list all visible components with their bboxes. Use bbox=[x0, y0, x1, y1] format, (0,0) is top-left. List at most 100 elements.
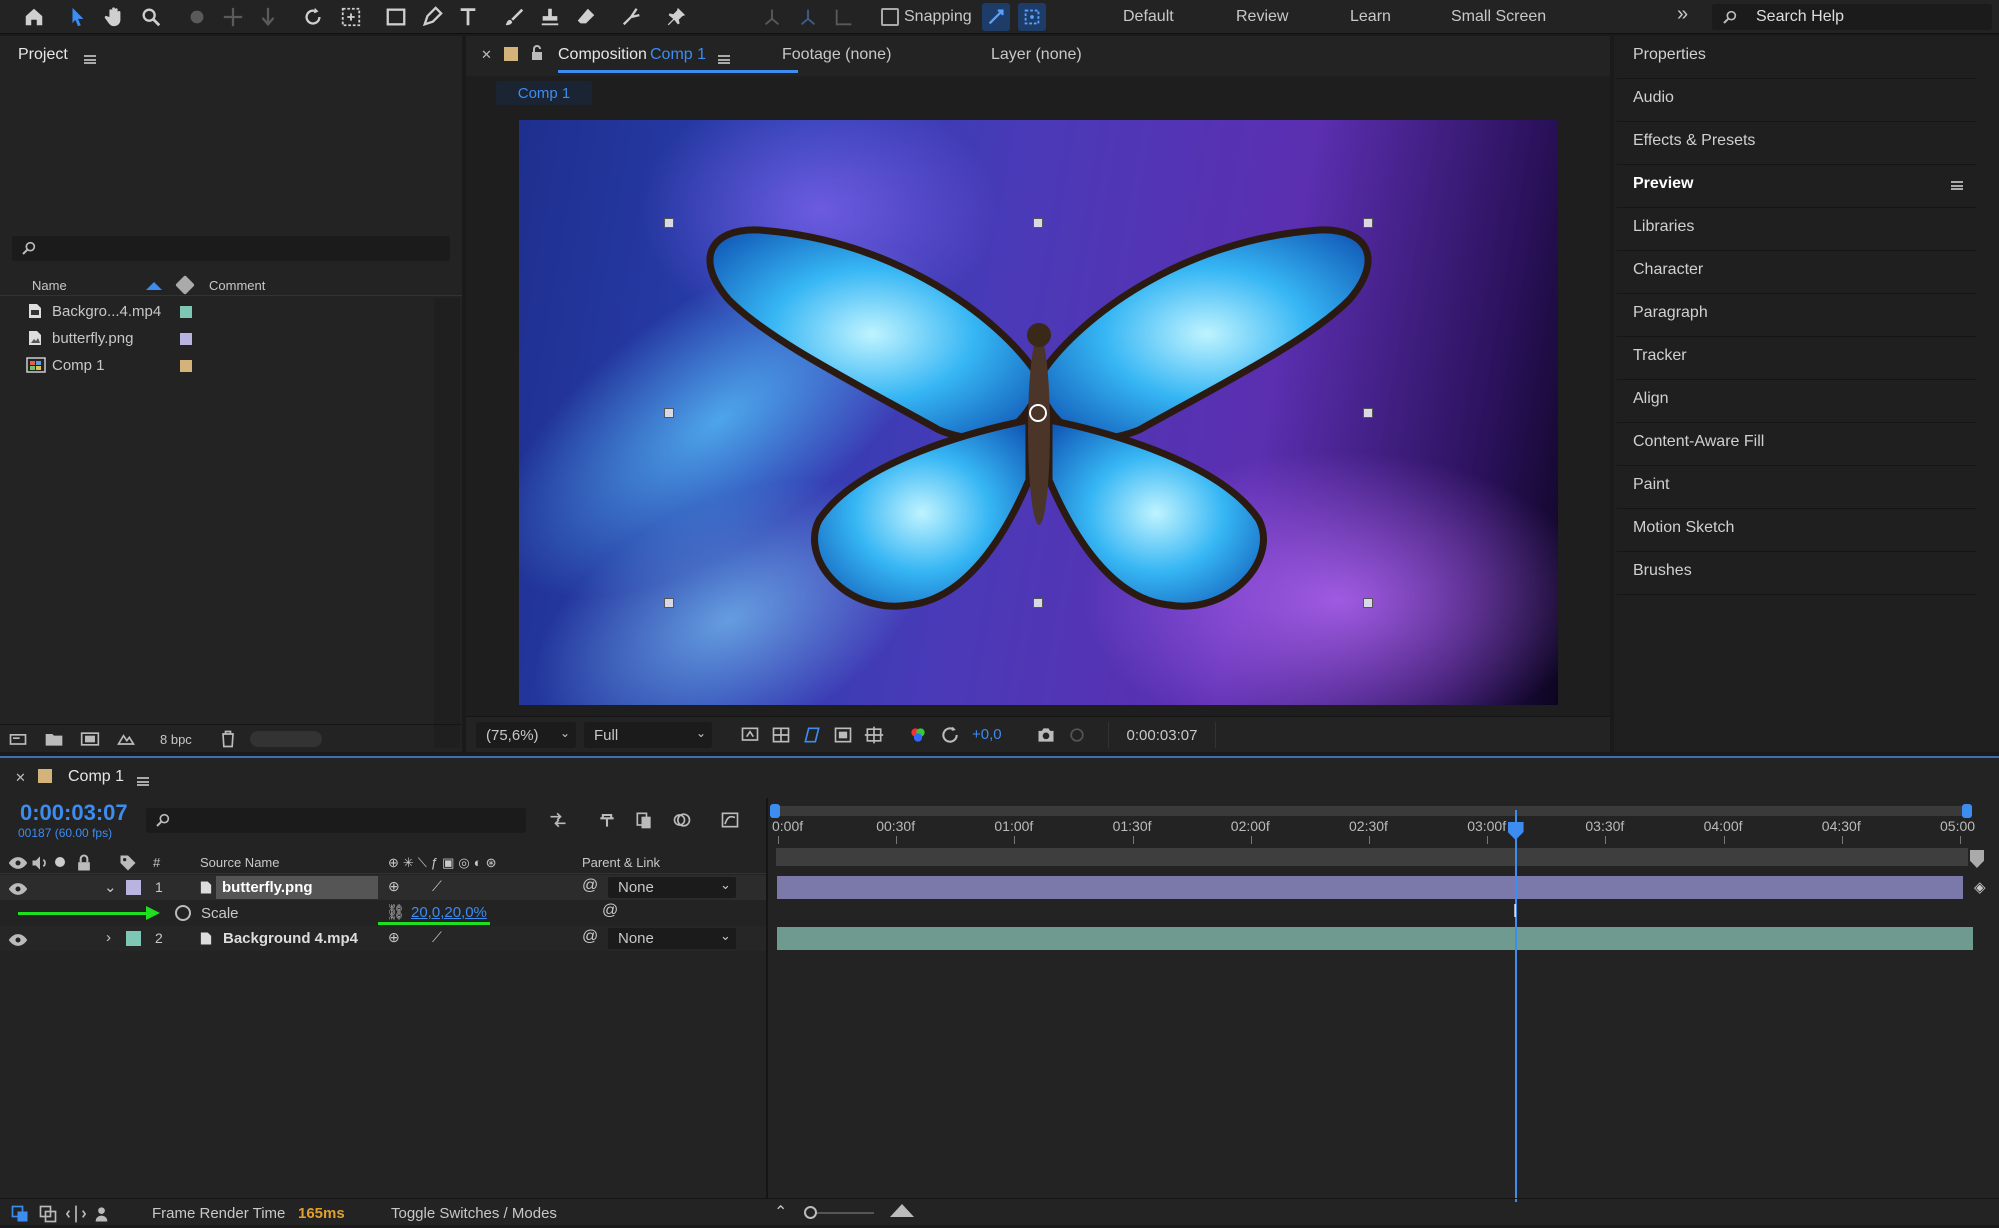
pick-whip-icon[interactable]: @ bbox=[582, 877, 598, 895]
video-eye-icon[interactable] bbox=[8, 879, 28, 895]
home-icon[interactable] bbox=[20, 3, 48, 31]
project-item[interactable]: Backgro...4.mp4 bbox=[0, 299, 440, 325]
project-panel-title[interactable]: Project bbox=[18, 46, 68, 64]
parent-dropdown[interactable]: None ⌄ bbox=[608, 877, 736, 898]
transform-handle[interactable] bbox=[1363, 218, 1373, 228]
audio-speaker-icon[interactable] bbox=[30, 853, 46, 870]
magnification-dropdown[interactable]: (75,6%) ⌄ bbox=[476, 722, 576, 748]
timeline-search-input[interactable] bbox=[146, 808, 526, 833]
project-settings-icon[interactable] bbox=[116, 729, 136, 749]
pan-icon[interactable] bbox=[219, 3, 247, 31]
shy-switch-icon[interactable]: ⊕ bbox=[388, 878, 400, 895]
anchor-point-icon[interactable] bbox=[1029, 404, 1047, 422]
toggle-switches-modes-button[interactable]: Toggle Switches / Modes bbox=[391, 1205, 557, 1222]
workspace-learn[interactable]: Learn bbox=[1350, 8, 1391, 26]
transform-handle[interactable] bbox=[1033, 598, 1043, 608]
project-scrollbar[interactable] bbox=[434, 298, 460, 748]
mask-visibility-icon[interactable] bbox=[802, 725, 822, 745]
label-color-swatch[interactable] bbox=[180, 360, 192, 372]
chevron-down-icon[interactable]: ⌄ bbox=[104, 878, 117, 896]
type-icon[interactable] bbox=[454, 3, 482, 31]
comment-column-header[interactable]: Comment bbox=[209, 278, 265, 293]
expression-pick-whip-icon[interactable]: @ bbox=[602, 902, 618, 920]
panel-paragraph[interactable]: Paragraph bbox=[1617, 294, 1977, 337]
exposure-value[interactable]: +0,0 bbox=[972, 726, 1002, 743]
selection-arrow-icon[interactable] bbox=[64, 3, 92, 31]
timeline-menu-icon[interactable] bbox=[137, 777, 149, 786]
reset-exposure-icon[interactable] bbox=[940, 725, 960, 745]
playhead-handle[interactable] bbox=[1507, 822, 1524, 840]
color-channels-icon[interactable] bbox=[908, 725, 928, 745]
panel-paint[interactable]: Paint bbox=[1617, 466, 1977, 509]
shy-switch-icon[interactable]: ⊕ bbox=[388, 929, 400, 946]
close-tab-icon[interactable]: ✕ bbox=[481, 47, 492, 63]
composition-canvas[interactable] bbox=[519, 120, 1558, 705]
composition-tab-prefix[interactable]: Composition bbox=[558, 46, 647, 64]
brush-icon[interactable] bbox=[500, 3, 528, 31]
timeline-tab-title[interactable]: Comp 1 bbox=[68, 768, 124, 786]
zoom-out-icon[interactable]: ⌃ bbox=[774, 1202, 787, 1222]
show-snapshot-icon[interactable] bbox=[1067, 725, 1087, 745]
clone-stamp-icon[interactable] bbox=[536, 3, 564, 31]
snapping-checkbox[interactable] bbox=[881, 8, 899, 26]
region-of-interest-icon[interactable] bbox=[833, 725, 853, 745]
quality-switch-icon[interactable]: ⟋ bbox=[432, 878, 442, 895]
frame-blending-icon[interactable] bbox=[634, 810, 654, 830]
graph-editor-icon[interactable] bbox=[720, 810, 740, 830]
composition-tab-name[interactable]: Comp 1 bbox=[650, 46, 706, 64]
composition-menu-icon[interactable] bbox=[718, 55, 730, 64]
search-help-field[interactable]: Search Help bbox=[1712, 4, 1992, 30]
fast-previews-icon[interactable] bbox=[740, 725, 760, 745]
orbit-icon[interactable] bbox=[183, 3, 211, 31]
navigator-end-handle[interactable] bbox=[1962, 804, 1972, 818]
preview-menu-icon[interactable] bbox=[1951, 181, 1963, 190]
resolution-dropdown[interactable]: Full ⌄ bbox=[584, 722, 712, 748]
workspace-small-screen[interactable]: Small Screen bbox=[1451, 8, 1546, 26]
axis-view-icon[interactable] bbox=[830, 3, 858, 31]
label-tag-icon[interactable] bbox=[175, 275, 195, 295]
pick-whip-icon[interactable]: @ bbox=[582, 928, 598, 946]
work-area-bar[interactable] bbox=[776, 848, 1968, 866]
transparency-grid-icon[interactable] bbox=[771, 725, 791, 745]
new-composition-icon[interactable] bbox=[80, 729, 100, 749]
layer-row-1[interactable]: ⌄ 1 butterfly.png ⊕ ⟋ @ None ⌄ bbox=[0, 875, 766, 900]
panel-align[interactable]: Align bbox=[1617, 380, 1977, 423]
snapshot-camera-icon[interactable] bbox=[1036, 725, 1056, 745]
solo-dot-icon[interactable] bbox=[55, 857, 65, 867]
new-folder-icon[interactable] bbox=[44, 729, 64, 749]
source-name-header[interactable]: Source Name bbox=[200, 855, 279, 870]
comp-marker-bin-icon[interactable] bbox=[1970, 850, 1984, 868]
parent-link-header[interactable]: Parent & Link bbox=[582, 855, 660, 870]
timeline-divider[interactable] bbox=[766, 798, 768, 1198]
label-color-swatch[interactable] bbox=[180, 333, 192, 345]
roto-brush-icon[interactable] bbox=[618, 3, 646, 31]
rectangle-icon[interactable] bbox=[382, 3, 410, 31]
video-eye-icon[interactable] bbox=[8, 930, 28, 946]
panel-audio[interactable]: Audio bbox=[1617, 79, 1977, 122]
chevron-right-icon[interactable]: › bbox=[106, 929, 111, 946]
name-column-header[interactable]: Name bbox=[32, 278, 67, 293]
transfer-controls-icon[interactable] bbox=[38, 1204, 57, 1223]
transform-handle[interactable] bbox=[1033, 218, 1043, 228]
sort-ascending-icon[interactable] bbox=[146, 282, 162, 290]
in-out-icon[interactable] bbox=[65, 1204, 87, 1223]
transform-handle[interactable] bbox=[664, 408, 674, 418]
current-time-display[interactable]: 0:00:03:07 bbox=[1108, 722, 1216, 748]
rotate-icon[interactable] bbox=[299, 3, 327, 31]
snap-features-icon[interactable] bbox=[1018, 3, 1046, 31]
dolly-icon[interactable] bbox=[254, 3, 282, 31]
layer-label-color[interactable] bbox=[126, 880, 141, 895]
panel-brushes[interactable]: Brushes bbox=[1617, 552, 1977, 595]
zoom-in-icon[interactable] bbox=[890, 1204, 914, 1217]
close-tab-icon[interactable]: ✕ bbox=[15, 770, 26, 786]
panel-content-aware-fill[interactable]: Content-Aware Fill bbox=[1617, 423, 1977, 466]
axis-world-icon[interactable] bbox=[794, 3, 822, 31]
project-item[interactable]: butterfly.png bbox=[0, 326, 440, 352]
lock-icon[interactable] bbox=[74, 853, 90, 871]
video-eye-icon[interactable] bbox=[8, 853, 28, 869]
layer-name[interactable]: Background 4.mp4 bbox=[223, 930, 358, 947]
zoom-slider-thumb[interactable] bbox=[804, 1206, 817, 1219]
trash-icon[interactable] bbox=[218, 729, 238, 749]
workspace-default[interactable]: Default bbox=[1123, 8, 1174, 26]
layer-bar-butterfly[interactable] bbox=[777, 876, 1963, 899]
